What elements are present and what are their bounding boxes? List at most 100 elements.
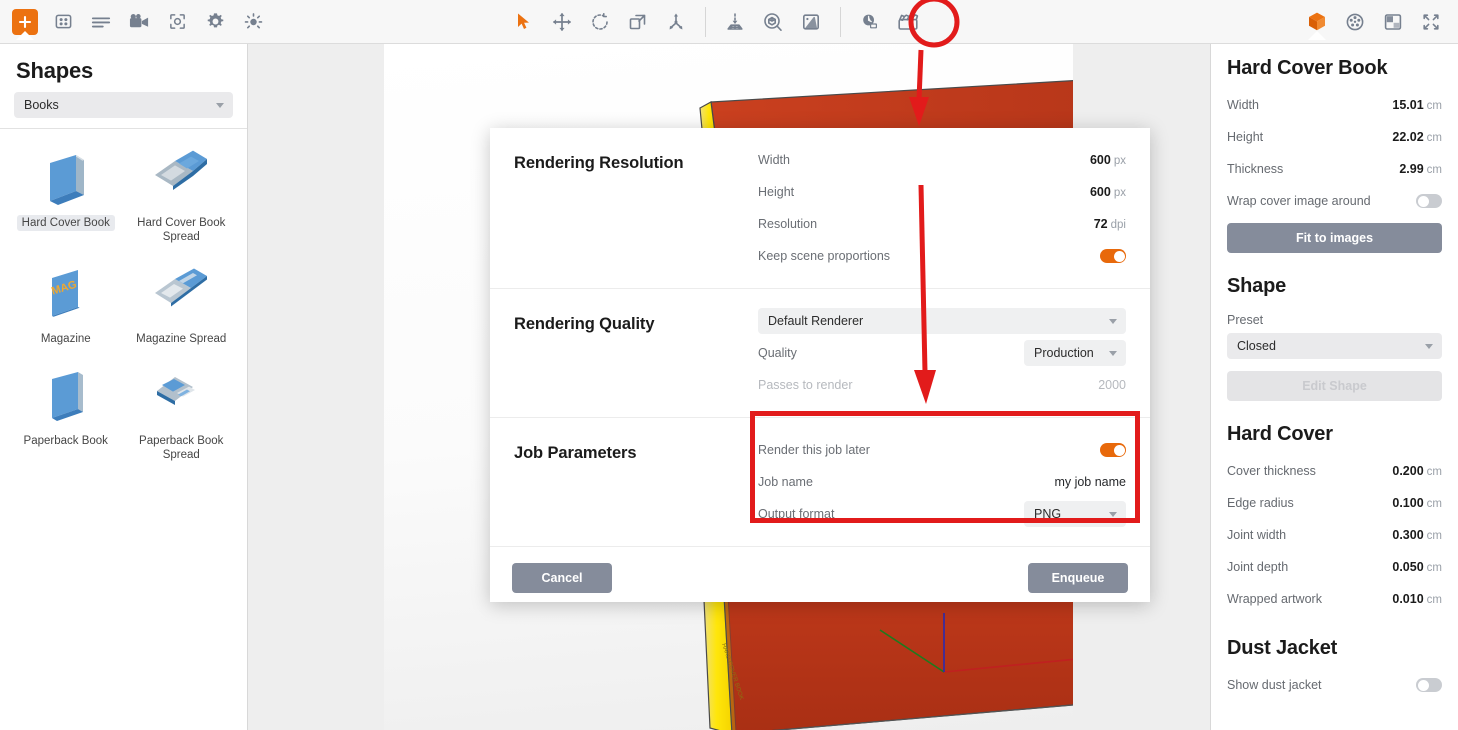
toggle-knob: [1418, 196, 1429, 207]
cube-3d-icon[interactable]: [1299, 5, 1335, 39]
edit-shape-button[interactable]: Edit Shape: [1227, 371, 1442, 401]
camera-icon[interactable]: [121, 5, 157, 39]
focus-target-icon[interactable]: [159, 5, 195, 39]
keep-proportions-toggle[interactable]: [1100, 249, 1126, 263]
shape-label: Magazine: [36, 331, 96, 347]
resolution-value-group[interactable]: 72dpi: [1094, 215, 1126, 233]
toolbar-right-group: [1298, 0, 1450, 44]
show-dust-jacket-toggle[interactable]: [1416, 678, 1442, 692]
render-history-glyph: [860, 12, 880, 32]
clapperboard-icon[interactable]: [890, 5, 926, 39]
rotate-icon[interactable]: [582, 5, 618, 39]
chevron-down-icon: [1109, 351, 1117, 356]
rendering-quality-title: Rendering Quality: [490, 289, 758, 417]
render-settings-dialog: Rendering Resolution Width 600px Height …: [490, 128, 1150, 602]
rendering-quality-section: Rendering Quality Default Renderer Quali…: [490, 289, 1150, 418]
viewport-left-margin: [248, 44, 384, 730]
distribute-icon[interactable]: [658, 5, 694, 39]
job-parameters-section: Job Parameters Render this job later Job…: [490, 418, 1150, 547]
property-row-joint-width: Joint width 0.300cm: [1227, 519, 1442, 551]
active-tab-notch: [16, 31, 34, 40]
property-row-height: Height 22.02cm: [1227, 121, 1442, 153]
preset-select[interactable]: Closed: [1227, 333, 1442, 359]
inspect-object-icon[interactable]: [755, 5, 791, 39]
keep-proportions-label: Keep scene proportions: [758, 249, 890, 263]
quality-select[interactable]: Production: [1024, 340, 1126, 366]
grid-layout-icon[interactable]: [45, 5, 81, 39]
render-history-icon[interactable]: [852, 5, 888, 39]
shapes-category-value: Books: [24, 98, 59, 112]
shape-item-hard-cover-book[interactable]: Hard Cover Book: [8, 145, 124, 253]
environment-sphere-glyph: [1345, 12, 1365, 32]
shapes-category-select[interactable]: Books: [14, 92, 233, 118]
property-value: 15.01: [1392, 98, 1423, 112]
output-format-value: PNG: [1034, 507, 1061, 521]
property-unit: cm: [1427, 164, 1442, 176]
property-value-group[interactable]: 0.100cm: [1392, 494, 1442, 512]
property-value: 2.99: [1399, 162, 1423, 176]
rendering-resolution-body: Width 600px Height 600px Resolution 72dp…: [758, 128, 1150, 288]
property-value-group[interactable]: 22.02cm: [1392, 128, 1442, 146]
drop-to-floor-icon[interactable]: [717, 5, 753, 39]
property-unit: cm: [1427, 594, 1442, 606]
width-label: Width: [758, 153, 790, 167]
application-window: Shapes Books Hard Cover Book: [0, 0, 1458, 730]
fullscreen-glyph: [1421, 12, 1441, 32]
shape-item-paperback-book[interactable]: Paperback Book: [8, 363, 124, 471]
move-glyph: [552, 12, 572, 32]
render-later-toggle[interactable]: [1100, 443, 1126, 457]
cube-3d-glyph: [1307, 11, 1327, 32]
light-bulb-icon[interactable]: [235, 5, 271, 39]
property-value-group[interactable]: 15.01cm: [1392, 96, 1442, 114]
property-value-group[interactable]: 0.050cm: [1392, 558, 1442, 576]
resolution-value: 72: [1094, 217, 1108, 231]
backdrop-icon[interactable]: [1375, 5, 1411, 39]
cancel-button[interactable]: Cancel: [512, 563, 612, 593]
row-render-later: Render this job later: [758, 434, 1126, 466]
width-value-group[interactable]: 600px: [1090, 151, 1126, 169]
wrap-cover-toggle[interactable]: [1416, 194, 1442, 208]
output-format-label: Output format: [758, 507, 834, 521]
shape-item-paperback-book-spread[interactable]: Paperback Book Spread: [124, 363, 240, 471]
job-parameters-title: Job Parameters: [490, 418, 758, 546]
shape-section-title: Shape: [1227, 253, 1442, 307]
job-name-input[interactable]: my job name: [1054, 475, 1126, 489]
scale-icon[interactable]: [620, 5, 656, 39]
property-value-group[interactable]: 2.99 cm: [1399, 160, 1442, 178]
list-menu-glyph: [91, 14, 111, 30]
enqueue-button[interactable]: Enqueue: [1028, 563, 1128, 593]
gear-icon[interactable]: [197, 5, 233, 39]
show-dust-jacket-label: Show dust jacket: [1227, 678, 1322, 692]
fullscreen-icon[interactable]: [1413, 5, 1449, 39]
properties-panel: Hard Cover Book Width 15.01cm Height 22.…: [1210, 44, 1458, 730]
row-height: Height 600px: [758, 176, 1126, 208]
environment-sphere-icon[interactable]: [1337, 5, 1373, 39]
shape-item-magazine-spread[interactable]: Magazine Spread: [124, 261, 240, 355]
active-view-notch: [1308, 31, 1326, 40]
height-value-group[interactable]: 600px: [1090, 183, 1126, 201]
list-menu-icon[interactable]: [83, 5, 119, 39]
renderer-select[interactable]: Default Renderer: [758, 308, 1126, 334]
cursor-select-icon[interactable]: [506, 5, 542, 39]
property-value-group[interactable]: 0.200cm: [1392, 462, 1442, 480]
output-format-select[interactable]: PNG: [1024, 501, 1126, 527]
property-label: Cover thickness: [1227, 464, 1316, 478]
shape-label: Hard Cover Book Spread: [127, 215, 235, 245]
toolbar-left-group: [0, 0, 272, 44]
shape-label: Hard Cover Book: [17, 215, 115, 231]
fit-to-images-button[interactable]: Fit to images: [1227, 223, 1442, 253]
shape-item-magazine[interactable]: MAG Magazine: [8, 261, 124, 355]
move-icon[interactable]: [544, 5, 580, 39]
property-unit: cm: [1427, 132, 1442, 144]
property-row-show-dust-jacket: Show dust jacket: [1227, 669, 1442, 701]
add-button[interactable]: [7, 5, 43, 39]
property-value: 0.200: [1392, 464, 1423, 478]
property-value-group[interactable]: 0.010cm: [1392, 590, 1442, 608]
dialog-footer: Cancel Enqueue: [490, 547, 1150, 593]
property-label: Thickness: [1227, 162, 1283, 176]
material-swatch-icon[interactable]: [793, 5, 829, 39]
property-row-joint-depth: Joint depth 0.050cm: [1227, 551, 1442, 583]
property-label: Joint width: [1227, 528, 1286, 542]
property-value-group[interactable]: 0.300cm: [1392, 526, 1442, 544]
shape-item-hard-cover-book-spread[interactable]: Hard Cover Book Spread: [124, 145, 240, 253]
